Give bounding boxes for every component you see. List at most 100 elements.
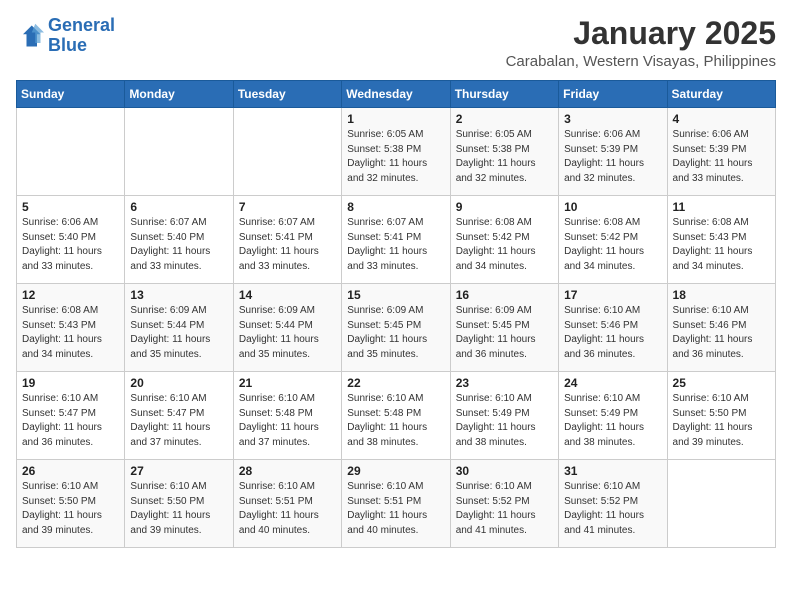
calendar-cell: 31 Sunrise: 6:10 AM Sunset: 5:52 PM Dayli…	[559, 460, 667, 548]
day-info: Sunrise: 6:10 AM Sunset: 5:50 PM Dayligh…	[130, 480, 227, 538]
calendar-table: Sunday Monday Tuesday Wednesday Thursday…	[16, 80, 776, 548]
calendar-cell: 27 Sunrise: 6:10 AM Sunset: 5:50 PM Dayli…	[125, 460, 233, 548]
day-info: Sunrise: 6:10 AM Sunset: 5:47 PM Dayligh…	[130, 392, 227, 450]
day-number: 16	[456, 288, 553, 302]
calendar-cell: 1Sunrise: 6:05 AM Sunset: 5:38 PM Daylig…	[342, 108, 450, 196]
day-info: Sunrise: 6:10 AM Sunset: 5:48 PM Dayligh…	[347, 392, 444, 450]
day-number: 14	[239, 288, 336, 302]
day-number: 26	[22, 464, 119, 478]
calendar-cell	[17, 108, 125, 196]
day-number: 25	[673, 376, 770, 390]
day-info: Sunrise: 6:10 AM Sunset: 5:46 PM Dayligh…	[673, 304, 770, 362]
calendar-cell: 30 Sunrise: 6:10 AM Sunset: 5:52 PM Dayli…	[450, 460, 558, 548]
calendar-subtitle: Carabalan, Western Visayas, Philippines	[506, 53, 776, 70]
day-info: Sunrise: 6:10 AM Sunset: 5:46 PM Dayligh…	[564, 304, 661, 362]
day-number: 3	[564, 112, 661, 126]
day-info: Sunrise: 6:10 AM Sunset: 5:50 PM Dayligh…	[673, 392, 770, 450]
calendar-cell: 12 Sunrise: 6:08 AM Sunset: 5:43 PM Dayli…	[17, 284, 125, 372]
day-info: Sunrise: 6:09 AM Sunset: 5:44 PM Dayligh…	[130, 304, 227, 362]
day-number: 4	[673, 112, 770, 126]
day-number: 12	[22, 288, 119, 302]
header-sunday: Sunday	[17, 81, 125, 108]
day-info: Sunrise: 6:10 AM Sunset: 5:49 PM Dayligh…	[564, 392, 661, 450]
day-number: 30	[456, 464, 553, 478]
day-number: 10	[564, 200, 661, 214]
day-number: 7	[239, 200, 336, 214]
day-number: 24	[564, 376, 661, 390]
day-number: 20	[130, 376, 227, 390]
day-number: 22	[347, 376, 444, 390]
day-number: 5	[22, 200, 119, 214]
day-info: Sunrise: 6:07 AM Sunset: 5:41 PM Dayligh…	[239, 216, 336, 274]
day-number: 2	[456, 112, 553, 126]
day-info: Sunrise: 6:08 AM Sunset: 5:42 PM Dayligh…	[456, 216, 553, 274]
calendar-cell	[233, 108, 341, 196]
weekday-header-row: Sunday Monday Tuesday Wednesday Thursday…	[17, 81, 776, 108]
day-number: 11	[673, 200, 770, 214]
calendar-cell: 17Sunrise: 6:10 AM Sunset: 5:46 PM Dayli…	[559, 284, 667, 372]
day-info: Sunrise: 6:06 AM Sunset: 5:39 PM Dayligh…	[564, 128, 661, 186]
calendar-cell: 4 Sunrise: 6:06 AM Sunset: 5:39 PM Daylig…	[667, 108, 775, 196]
calendar-cell: 25 Sunrise: 6:10 AM Sunset: 5:50 PM Dayli…	[667, 372, 775, 460]
calendar-cell: 11Sunrise: 6:08 AM Sunset: 5:43 PM Dayli…	[667, 196, 775, 284]
day-info: Sunrise: 6:10 AM Sunset: 5:51 PM Dayligh…	[239, 480, 336, 538]
calendar-cell: 22 Sunrise: 6:10 AM Sunset: 5:48 PM Dayli…	[342, 372, 450, 460]
day-info: Sunrise: 6:08 AM Sunset: 5:42 PM Dayligh…	[564, 216, 661, 274]
calendar-cell: 28 Sunrise: 6:10 AM Sunset: 5:51 PM Dayli…	[233, 460, 341, 548]
logo: General Blue	[16, 16, 115, 56]
page-header: General Blue January 2025 Carabalan, Wes…	[16, 16, 776, 70]
calendar-cell: 24 Sunrise: 6:10 AM Sunset: 5:49 PM Dayli…	[559, 372, 667, 460]
calendar-cell: 23Sunrise: 6:10 AM Sunset: 5:49 PM Dayli…	[450, 372, 558, 460]
day-info: Sunrise: 6:09 AM Sunset: 5:44 PM Dayligh…	[239, 304, 336, 362]
calendar-title: January 2025	[506, 16, 776, 51]
day-info: Sunrise: 6:10 AM Sunset: 5:52 PM Dayligh…	[564, 480, 661, 538]
calendar-week-5: 26 Sunrise: 6:10 AM Sunset: 5:50 PM Dayli…	[17, 460, 776, 548]
calendar-cell	[667, 460, 775, 548]
day-info: Sunrise: 6:06 AM Sunset: 5:39 PM Dayligh…	[673, 128, 770, 186]
logo-line2: Blue	[48, 35, 87, 55]
calendar-cell: 14 Sunrise: 6:09 AM Sunset: 5:44 PM Dayli…	[233, 284, 341, 372]
day-number: 1	[347, 112, 444, 126]
header-friday: Friday	[559, 81, 667, 108]
calendar-cell: 19 Sunrise: 6:10 AM Sunset: 5:47 PM Dayli…	[17, 372, 125, 460]
calendar-body: 1 Sunrise: 6:05 AM Sunset: 5:38 PM Daylig…	[17, 108, 776, 548]
day-number: 6	[130, 200, 227, 214]
day-number: 28	[239, 464, 336, 478]
day-info: Sunrise: 6:10 AM Sunset: 5:48 PM Dayligh…	[239, 392, 336, 450]
calendar-cell: 29 Sunrise: 6:10 AM Sunset: 5:51 PM Dayli…	[342, 460, 450, 548]
day-info: Sunrise: 6:08 AM Sunset: 5:43 PM Dayligh…	[22, 304, 119, 362]
calendar-cell: 26Sunrise: 6:10 AM Sunset: 5:50 PM Dayli…	[17, 460, 125, 548]
day-info: Sunrise: 6:05 AM Sunset: 5:38 PM Dayligh…	[456, 128, 553, 186]
day-info: Sunrise: 6:06 AM Sunset: 5:40 PM Dayligh…	[22, 216, 119, 274]
calendar-cell: 9 Sunrise: 6:08 AM Sunset: 5:42 PM Daylig…	[450, 196, 558, 284]
calendar-week-2: 5 Sunrise: 6:06 AM Sunset: 5:40 PM Daylig…	[17, 196, 776, 284]
day-info: Sunrise: 6:10 AM Sunset: 5:49 PM Dayligh…	[456, 392, 553, 450]
day-number: 19	[22, 376, 119, 390]
day-info: Sunrise: 6:10 AM Sunset: 5:47 PM Dayligh…	[22, 392, 119, 450]
day-info: Sunrise: 6:09 AM Sunset: 5:45 PM Dayligh…	[347, 304, 444, 362]
day-info: Sunrise: 6:07 AM Sunset: 5:41 PM Dayligh…	[347, 216, 444, 274]
calendar-cell: 21Sunrise: 6:10 AM Sunset: 5:48 PM Dayli…	[233, 372, 341, 460]
calendar-cell: 3 Sunrise: 6:06 AM Sunset: 5:39 PM Daylig…	[559, 108, 667, 196]
day-number: 29	[347, 464, 444, 478]
header-tuesday: Tuesday	[233, 81, 341, 108]
day-number: 31	[564, 464, 661, 478]
day-number: 8	[347, 200, 444, 214]
calendar-cell: 13 Sunrise: 6:09 AM Sunset: 5:44 PM Dayli…	[125, 284, 233, 372]
calendar-cell: 15 Sunrise: 6:09 AM Sunset: 5:45 PM Dayli…	[342, 284, 450, 372]
header-thursday: Thursday	[450, 81, 558, 108]
day-number: 27	[130, 464, 227, 478]
day-info: Sunrise: 6:10 AM Sunset: 5:52 PM Dayligh…	[456, 480, 553, 538]
day-info: Sunrise: 6:10 AM Sunset: 5:51 PM Dayligh…	[347, 480, 444, 538]
calendar-cell: 5 Sunrise: 6:06 AM Sunset: 5:40 PM Daylig…	[17, 196, 125, 284]
logo-text: General Blue	[48, 16, 115, 56]
day-number: 15	[347, 288, 444, 302]
day-number: 9	[456, 200, 553, 214]
title-block: January 2025 Carabalan, Western Visayas,…	[506, 16, 776, 70]
calendar-week-3: 12 Sunrise: 6:08 AM Sunset: 5:43 PM Dayli…	[17, 284, 776, 372]
logo-icon	[16, 22, 44, 50]
calendar-cell	[125, 108, 233, 196]
day-number: 13	[130, 288, 227, 302]
calendar-cell: 8 Sunrise: 6:07 AM Sunset: 5:41 PM Daylig…	[342, 196, 450, 284]
calendar-cell: 2 Sunrise: 6:05 AM Sunset: 5:38 PM Daylig…	[450, 108, 558, 196]
